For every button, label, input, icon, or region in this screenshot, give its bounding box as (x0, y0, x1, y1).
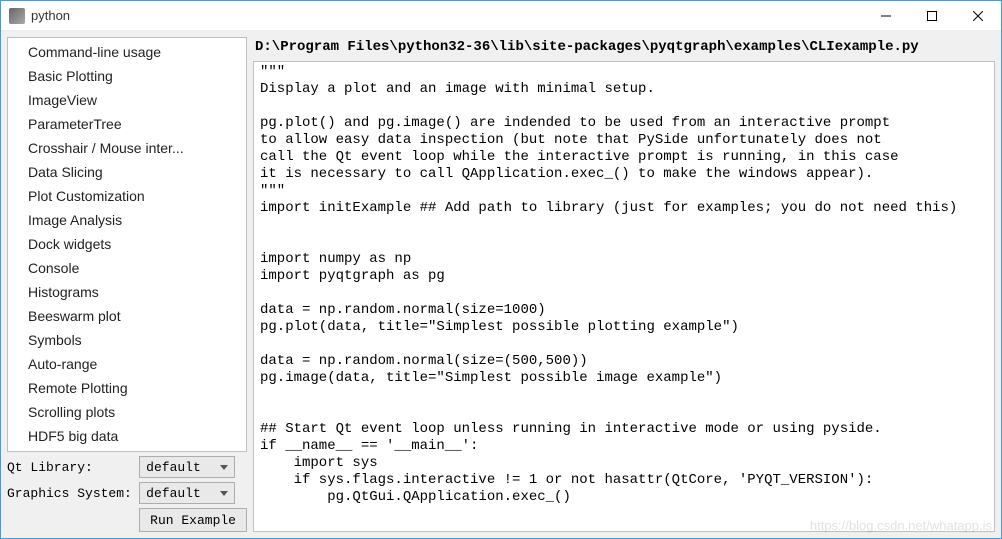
graphics-system-combo[interactable]: default (139, 482, 235, 504)
right-panel: D:\Program Files\python32-36\lib\site-pa… (253, 37, 995, 532)
list-item[interactable]: Beeswarm plot (8, 304, 246, 328)
list-item[interactable]: Basic Plotting (8, 64, 246, 88)
example-list[interactable]: Command-line usageBasic PlottingImageVie… (8, 38, 246, 451)
list-item[interactable]: HDF5 big data (8, 424, 246, 448)
list-item[interactable]: Console (8, 256, 246, 280)
minimize-icon (881, 11, 891, 21)
code-viewer[interactable]: """ Display a plot and an image with min… (254, 62, 994, 531)
list-item[interactable]: Image Analysis (8, 208, 246, 232)
list-item[interactable]: Dock widgets (8, 232, 246, 256)
qt-library-label: Qt Library: (7, 460, 133, 475)
list-item[interactable]: Crosshair / Mouse inter... (8, 136, 246, 160)
close-icon (973, 11, 983, 21)
app-icon (9, 8, 25, 24)
code-viewer-container: """ Display a plot and an image with min… (253, 61, 995, 532)
list-item[interactable]: Auto-range (8, 352, 246, 376)
list-item[interactable]: Remote Plotting (8, 376, 246, 400)
graphics-system-value: default (146, 486, 201, 501)
minimize-button[interactable] (863, 1, 909, 31)
list-item[interactable]: Symbols (8, 328, 246, 352)
list-item[interactable]: Command-line usage (8, 40, 246, 64)
maximize-icon (927, 11, 937, 21)
qt-library-combo[interactable]: default (139, 456, 235, 478)
list-item[interactable]: Histograms (8, 280, 246, 304)
run-example-button[interactable]: Run Example (139, 508, 247, 532)
list-item[interactable]: ParameterTree (8, 112, 246, 136)
maximize-button[interactable] (909, 1, 955, 31)
list-item[interactable]: Demos (8, 448, 246, 451)
left-panel: Command-line usageBasic PlottingImageVie… (7, 37, 247, 532)
list-item[interactable]: Scrolling plots (8, 400, 246, 424)
file-path-label: D:\Program Files\python32-36\lib\site-pa… (253, 37, 995, 57)
list-item[interactable]: ImageView (8, 88, 246, 112)
window-title: python (31, 8, 70, 23)
client-area: Command-line usageBasic PlottingImageVie… (1, 31, 1001, 538)
qt-library-value: default (146, 460, 201, 475)
graphics-system-label: Graphics System: (7, 486, 133, 501)
list-item[interactable]: Plot Customization (8, 184, 246, 208)
list-item[interactable]: Data Slicing (8, 160, 246, 184)
options-grid: Qt Library: default Graphics System: def… (7, 456, 247, 532)
close-button[interactable] (955, 1, 1001, 31)
example-list-container: Command-line usageBasic PlottingImageVie… (7, 37, 247, 452)
window-frame: python Command-line usageBasic PlottingI… (0, 0, 1002, 539)
titlebar[interactable]: python (1, 1, 1001, 31)
